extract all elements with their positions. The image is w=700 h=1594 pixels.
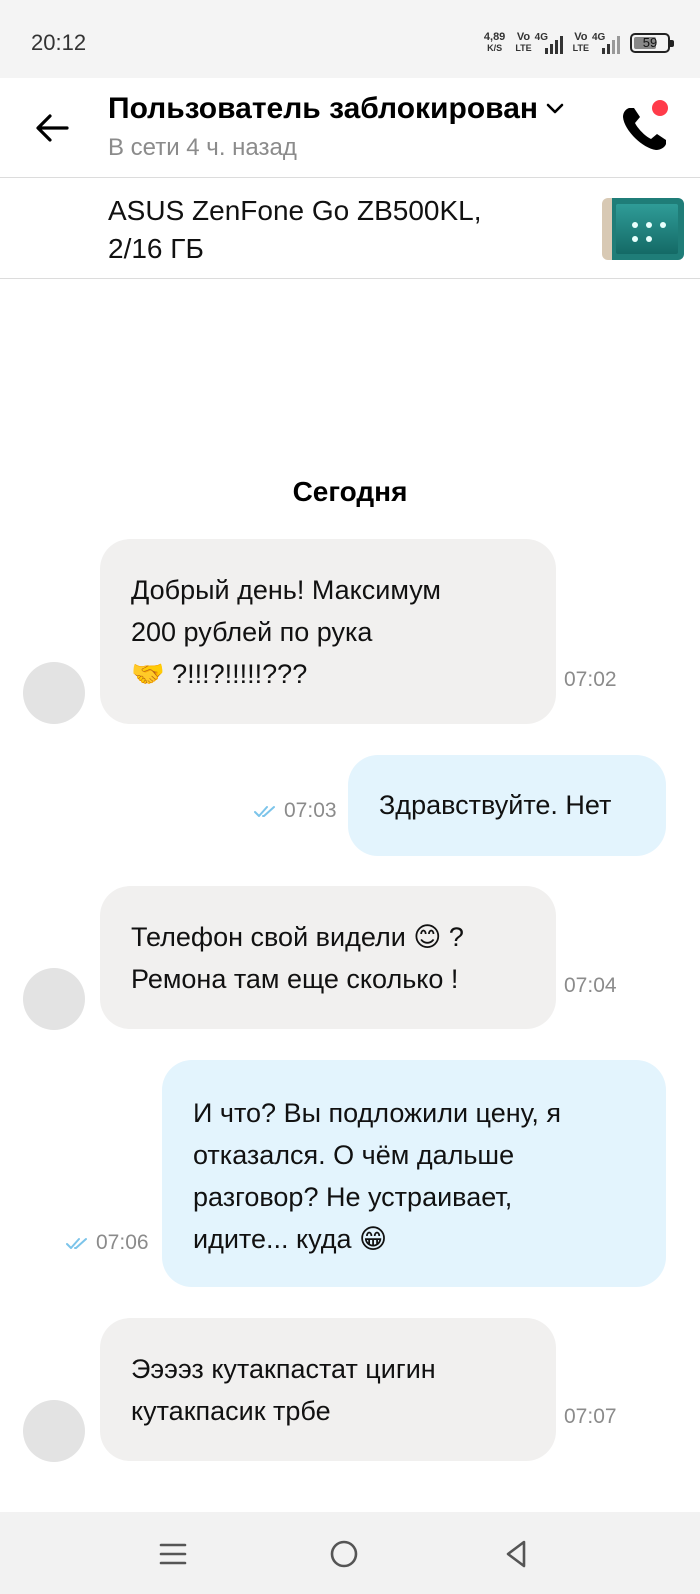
network-speed: 4,89 K/S — [483, 31, 506, 54]
recent-apps-button[interactable] — [151, 1532, 195, 1576]
message-time: 07:02 — [564, 668, 617, 691]
read-check-icon — [254, 806, 275, 817]
status-bar: 20:12 4,89 K/S Vo LTE 4G Vo LTE 4G 59 — [0, 0, 700, 78]
message-bubble-outgoing[interactable]: И что? Вы подложили цену, я отказался. О… — [162, 1060, 666, 1287]
message-time: 07:06 — [96, 1231, 149, 1254]
system-navigation-bar — [0, 1512, 700, 1594]
back-triangle-icon — [506, 1540, 526, 1568]
home-button[interactable] — [322, 1532, 366, 1576]
chat-title: Пользователь заблокирован — [108, 92, 539, 125]
chevron-down-icon — [546, 103, 564, 114]
listing-thumbnail[interactable] — [602, 198, 684, 260]
message-bubble-incoming[interactable]: Ээээз кутакпастат цигин кутакпасик трбе — [100, 1318, 556, 1461]
home-circle-icon — [330, 1540, 358, 1568]
message-bubble-outgoing[interactable]: Здравствуйте. Нет — [348, 755, 666, 856]
date-separator: Сегодня — [292, 476, 408, 507]
call-notification-dot — [652, 100, 668, 116]
last-seen-status: В сети 4 ч. назад — [108, 134, 297, 161]
sim2-signal-icon: Vo LTE 4G — [573, 32, 620, 54]
sender-avatar[interactable] — [23, 968, 85, 1030]
sender-avatar[interactable] — [23, 1400, 85, 1462]
message-time: 07:03 — [284, 799, 337, 822]
back-button[interactable] — [30, 106, 74, 150]
listing-bar[interactable]: ASUS ZenFone Go ZB500KL, 2/16 ГБ — [0, 178, 700, 279]
battery-icon: 59 — [630, 33, 674, 53]
sender-avatar[interactable] — [23, 662, 85, 724]
message-bubble-incoming[interactable]: Телефон свой видели 😊 ? Ремона там еще с… — [100, 886, 556, 1029]
status-icons: 4,89 K/S Vo LTE 4G Vo LTE 4G 59 — [483, 28, 674, 58]
status-time: 20:12 — [31, 30, 87, 55]
chat-title-dropdown[interactable]: Пользователь заблокирован — [108, 92, 564, 126]
message-bubble-incoming[interactable]: Добрый день! Максимум 200 рублей по рука… — [100, 539, 556, 724]
nav-back-button[interactable] — [494, 1532, 538, 1576]
sim1-signal-icon: Vo LTE 4G — [515, 32, 563, 54]
message-time: 07:07 — [564, 1405, 617, 1428]
listing-title: ASUS ZenFone Go ZB500KL, 2/16 ГБ — [108, 195, 482, 264]
chat-header: Пользователь заблокирован В сети 4 ч. на… — [0, 78, 700, 178]
message-time: 07:04 — [564, 974, 617, 997]
arrow-left-icon — [36, 114, 69, 142]
menu-icon — [159, 1543, 187, 1565]
read-check-icon — [66, 1238, 87, 1249]
